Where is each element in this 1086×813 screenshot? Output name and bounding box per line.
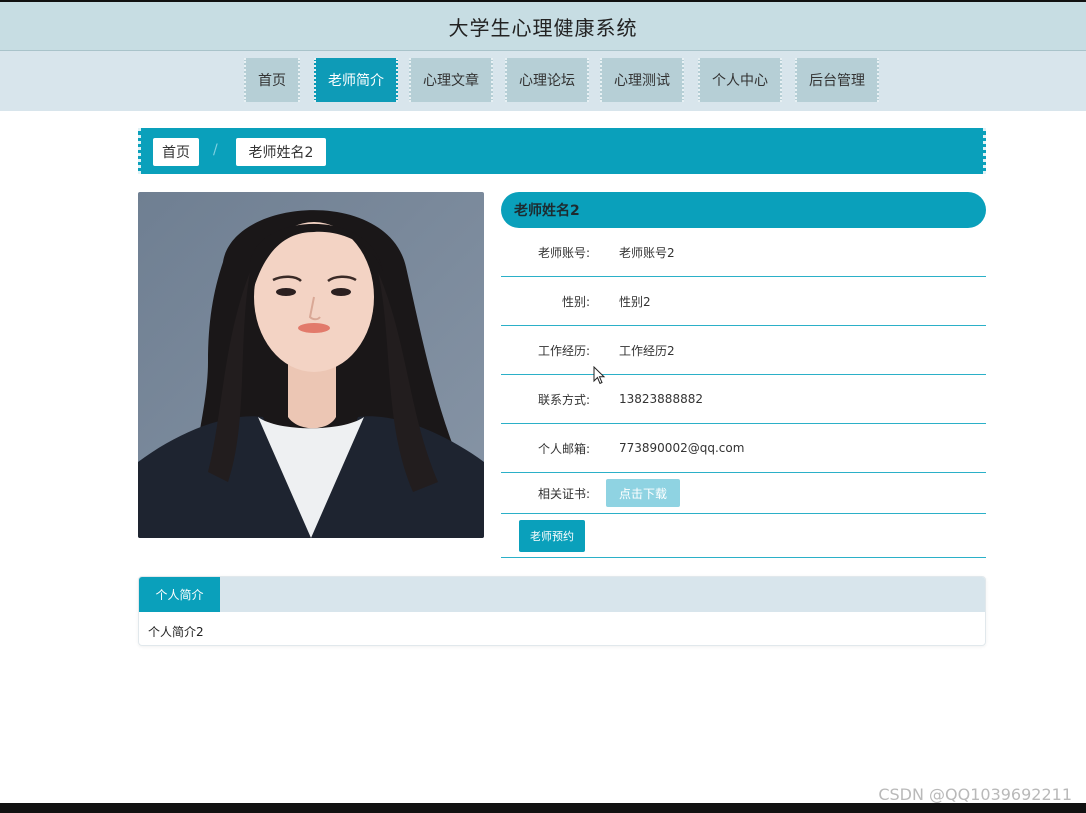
- info-row-experience: 工作经历: 工作经历2: [501, 326, 986, 375]
- nav-item-admin[interactable]: 后台管理: [795, 58, 879, 102]
- info-row-certificate: 相关证书: 点击下载: [501, 473, 986, 514]
- main-nav: 首页 老师简介 心理文章 心理论坛 心理测试 个人中心 后台管理: [0, 51, 1086, 111]
- teacher-portrait-image: [138, 192, 484, 538]
- nav-item-home[interactable]: 首页: [244, 58, 300, 102]
- teacher-name-header: 老师姓名2: [501, 192, 986, 228]
- nav-item-teachers[interactable]: 老师简介: [314, 58, 398, 102]
- account-label: 老师账号:: [537, 245, 590, 260]
- intro-content: 个人简介2: [148, 625, 204, 639]
- email-value: 773890002@qq.com: [619, 441, 745, 455]
- info-row-account: 老师账号: 老师账号2: [501, 228, 986, 277]
- watermark: CSDN @QQ1039692211: [878, 785, 1072, 804]
- info-row-phone: 联系方式: 13823888882: [501, 375, 986, 424]
- teacher-photo: [138, 192, 484, 538]
- intro-card: 个人简介 个人简介2: [138, 576, 986, 646]
- reserve-teacher-button[interactable]: 老师预约: [519, 520, 585, 552]
- experience-value: 工作经历2: [619, 343, 675, 358]
- certificate-label: 相关证书:: [537, 486, 590, 501]
- account-value: 老师账号2: [619, 245, 675, 260]
- info-row-gender: 性别: 性别2: [501, 277, 986, 326]
- gender-label: 性别:: [561, 294, 590, 309]
- site-title: 大学生心理健康系统: [448, 15, 638, 40]
- mouse-pointer-icon: [593, 366, 606, 385]
- phone-value: 13823888882: [619, 392, 703, 406]
- nav-item-forum[interactable]: 心理论坛: [505, 58, 589, 102]
- intro-tab-bar: 个人简介: [139, 577, 985, 612]
- gender-value: 性别2: [619, 294, 651, 309]
- nav-item-tests[interactable]: 心理测试: [600, 58, 684, 102]
- breadcrumb-separator: /: [213, 142, 218, 158]
- info-row-reserve: 老师预约: [501, 514, 986, 558]
- breadcrumb: 首页 / 老师姓名2: [138, 128, 986, 174]
- experience-label: 工作经历:: [537, 343, 590, 358]
- phone-label: 联系方式:: [537, 392, 590, 407]
- breadcrumb-current: 老师姓名2: [236, 138, 326, 166]
- nav-item-articles[interactable]: 心理文章: [409, 58, 493, 102]
- breadcrumb-home[interactable]: 首页: [153, 138, 199, 166]
- nav-item-profile[interactable]: 个人中心: [698, 58, 782, 102]
- teacher-name: 老师姓名2: [514, 203, 580, 219]
- download-certificate-button[interactable]: 点击下载: [606, 479, 680, 507]
- title-bar: 大学生心理健康系统: [0, 2, 1086, 51]
- window-bottom-border: [0, 803, 1086, 813]
- email-label: 个人邮箱:: [537, 441, 590, 456]
- info-row-email: 个人邮箱: 773890002@qq.com: [501, 424, 986, 473]
- tab-personal-intro[interactable]: 个人简介: [139, 577, 220, 612]
